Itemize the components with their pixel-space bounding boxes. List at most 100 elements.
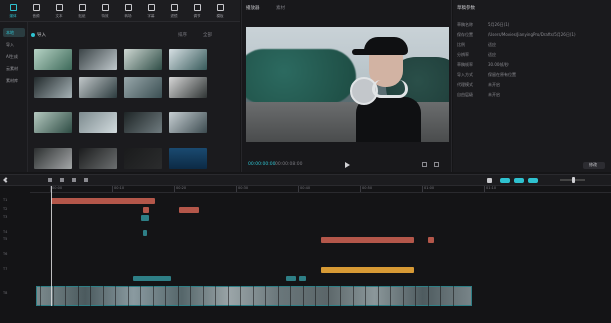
media-thumbnail[interactable] (169, 77, 207, 98)
detail-value: /Users/Movies/JianyingPro/Drafts/5月26日(1… (488, 32, 576, 37)
snap-toggle[interactable] (514, 178, 524, 183)
tool-transition[interactable]: 转场 (121, 3, 135, 19)
ruler-tick (422, 186, 423, 192)
preview-axis-toggle[interactable] (528, 178, 538, 183)
play-icon[interactable] (345, 162, 350, 168)
video-segment-divider (240, 286, 241, 306)
split-icon[interactable] (48, 178, 52, 182)
video-segment-divider (252, 286, 254, 306)
effect-clip[interactable] (143, 230, 147, 236)
tool-sticker[interactable]: 贴纸 (75, 3, 89, 19)
ruler-tick (360, 186, 361, 192)
delete-icon[interactable] (84, 178, 88, 182)
hand-icon[interactable] (487, 178, 492, 183)
sidebar-item[interactable]: AI生成 (3, 52, 25, 61)
video-segment-divider (290, 286, 291, 306)
media-thumbnail[interactable] (34, 112, 72, 133)
sticker-clip[interactable] (299, 276, 306, 281)
media-thumbnail[interactable] (79, 49, 117, 70)
track-header: T7 (3, 267, 8, 271)
filter-label[interactable]: 全部 (203, 33, 212, 39)
current-time: 00:00:00:00 (248, 162, 276, 167)
video-segment-divider (365, 286, 366, 306)
tool-label: 音频 (32, 14, 40, 18)
detail-value: 5月26日(1) (488, 22, 510, 27)
video-segment-divider (377, 286, 379, 306)
media-thumbnail[interactable] (124, 77, 162, 98)
fit-icon[interactable] (422, 162, 427, 167)
media-thumbnail[interactable] (79, 148, 117, 169)
transition-icon (125, 4, 132, 11)
media-thumbnail[interactable] (124, 148, 162, 169)
link-toggle[interactable] (500, 178, 510, 183)
tool-filter[interactable]: 滤镜 (167, 3, 181, 19)
media-thumbnail[interactable] (34, 148, 72, 169)
adjust-icon (194, 4, 201, 11)
select-icon[interactable] (3, 177, 9, 183)
video-segment-divider (215, 286, 216, 306)
tool-label: 滤镜 (170, 14, 178, 18)
total-time: 00:00:08:00 (275, 162, 303, 167)
sidebar-item[interactable]: 导入 (3, 40, 25, 49)
details-title: 草稿参数 (457, 6, 475, 11)
tool-caption[interactable]: 字幕 (144, 3, 158, 19)
ruler-tick-label: 01:10 (486, 186, 497, 190)
timeline: 00:00 00:10 00:20 00:30 00:40 00:50 01:00 01:10… (0, 186, 611, 323)
video-preview (246, 27, 449, 142)
tool-template[interactable]: 模板 (213, 3, 227, 19)
main-video-track[interactable] (36, 286, 472, 306)
detail-value: 未开启 (488, 92, 500, 97)
text-clip[interactable] (321, 237, 414, 243)
trim-left-icon[interactable] (60, 178, 64, 182)
player-tab[interactable]: 素材 (276, 6, 285, 12)
text-clip[interactable] (143, 207, 149, 213)
media-thumbnail[interactable] (124, 49, 162, 70)
zoom-handle[interactable] (572, 177, 575, 183)
video-segment-divider (415, 286, 416, 306)
timeline-ruler: 00:00 00:10 00:20 00:30 00:40 00:50 01:00 01:10 (30, 186, 611, 193)
audio-clip[interactable] (321, 267, 414, 273)
tool-audio[interactable]: 音频 (29, 3, 43, 19)
effect-clip[interactable] (141, 215, 149, 221)
text-clip[interactable] (428, 237, 434, 243)
playhead[interactable] (51, 186, 52, 306)
sidebar-item[interactable]: 素材库 (3, 76, 25, 85)
ruler-tick-label: 00:40 (300, 186, 311, 190)
media-thumbnail[interactable] (169, 148, 207, 169)
tool-effects[interactable]: 特效 (98, 3, 112, 19)
sticker-clip[interactable] (133, 276, 171, 281)
media-thumbnail[interactable] (34, 77, 72, 98)
video-segment-divider (52, 286, 54, 306)
sticker-clip[interactable] (286, 276, 296, 281)
video-segment-divider (452, 286, 454, 306)
media-thumbnail[interactable] (34, 49, 72, 70)
tool-media[interactable]: 媒体 (6, 3, 20, 19)
sticker-icon (79, 4, 86, 11)
media-thumbnail[interactable] (79, 112, 117, 133)
sidebar-item[interactable]: 本地 (3, 28, 25, 37)
text-clip[interactable] (51, 198, 155, 204)
modify-button[interactable]: 修改 (583, 162, 605, 169)
video-segment-divider (352, 286, 354, 306)
media-thumbnail[interactable] (169, 112, 207, 133)
video-segment-divider (265, 286, 266, 306)
sidebar-item[interactable]: 云素材 (3, 64, 25, 73)
ruler-tick (236, 186, 237, 192)
tool-adjust[interactable]: 调节 (190, 3, 204, 19)
video-segment-divider (202, 286, 204, 306)
media-thumbnail[interactable] (79, 77, 117, 98)
player-panel: 播放器 素材 00:00:00:00 00:00:08:00 (241, 0, 452, 172)
trim-right-icon[interactable] (72, 178, 76, 182)
sort-label[interactable]: 排序 (178, 33, 187, 39)
fullscreen-icon[interactable] (434, 162, 439, 167)
track-header: T2 (3, 207, 8, 211)
ruler-tick (174, 186, 175, 192)
text-clip[interactable] (179, 207, 199, 213)
media-thumbnail[interactable] (124, 112, 162, 133)
draft-details-panel: 草稿参数 草稿名称 5月26日(1) 保存位置/Users/Movies/Jiany… (453, 0, 611, 172)
media-thumbnail[interactable] (169, 49, 207, 70)
effects-icon (102, 4, 109, 11)
detail-key: 分辨率 (457, 52, 469, 57)
tool-text[interactable]: 文本 (52, 3, 66, 19)
tool-label: 模板 (216, 14, 224, 18)
